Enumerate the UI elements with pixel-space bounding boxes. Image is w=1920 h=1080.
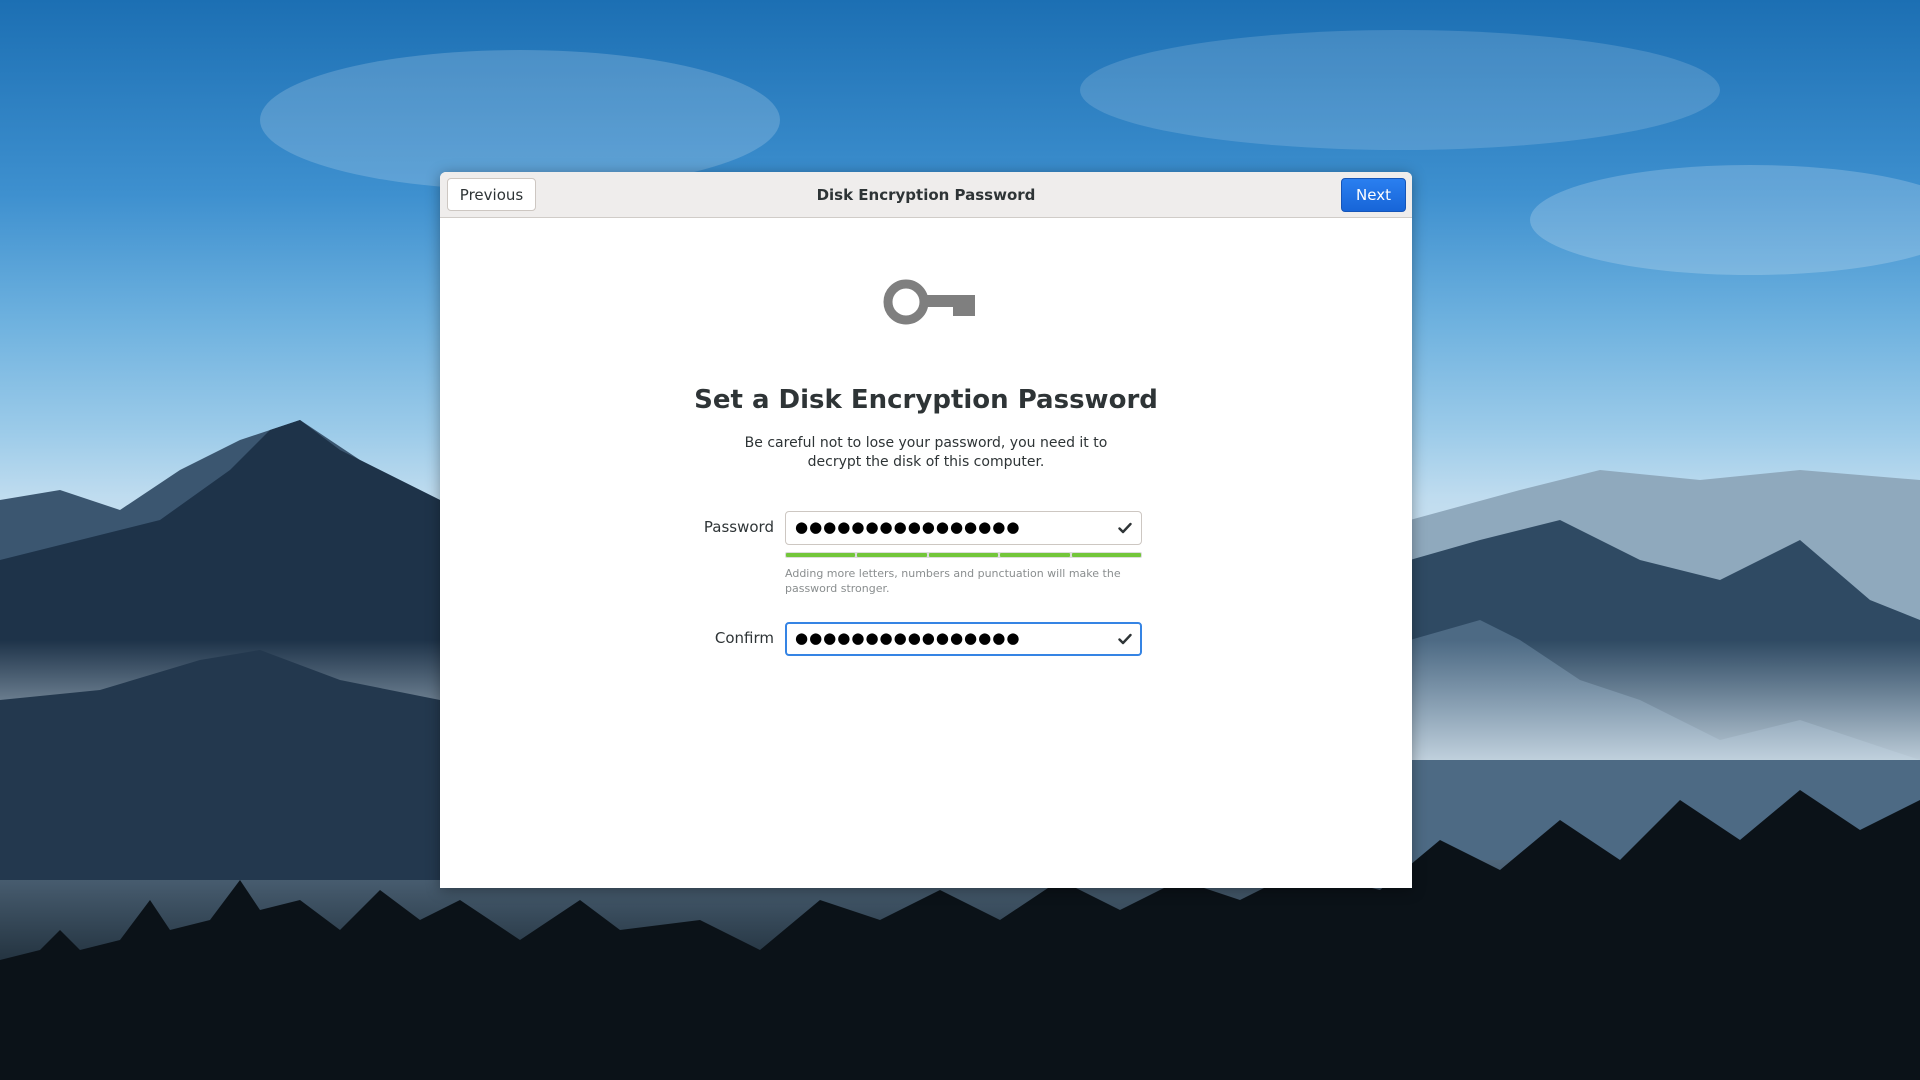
- strength-segment: [1000, 553, 1070, 557]
- check-icon: [1118, 522, 1132, 534]
- page-heading: Set a Disk Encryption Password: [694, 385, 1158, 415]
- confirm-masked-value: ●●●●●●●●●●●●●●●●: [795, 629, 1021, 647]
- strength-segment: [1071, 553, 1142, 557]
- password-field[interactable]: ●●●●●●●●●●●●●●●●: [785, 511, 1142, 545]
- header-bar: Previous Disk Encryption Password Next: [440, 172, 1412, 218]
- check-icon: [1118, 633, 1132, 645]
- password-label: Password: [703, 518, 774, 536]
- disk-encryption-dialog: Previous Disk Encryption Password Next S…: [440, 172, 1412, 888]
- confirm-label: Confirm: [714, 629, 774, 647]
- strength-segment: [786, 553, 856, 557]
- password-masked-value: ●●●●●●●●●●●●●●●●: [795, 518, 1021, 536]
- next-button[interactable]: Next: [1341, 178, 1406, 212]
- dialog-title: Disk Encryption Password: [816, 186, 1036, 204]
- key-icon: [883, 279, 975, 325]
- password-strength-meter: [785, 552, 1142, 558]
- password-strength-hint: Adding more letters, numbers and punctua…: [785, 567, 1121, 595]
- confirm-password-field[interactable]: ●●●●●●●●●●●●●●●●: [785, 622, 1142, 656]
- page-description: Be careful not to lose your password, yo…: [744, 435, 1108, 470]
- strength-segment: [857, 553, 927, 557]
- strength-segment: [928, 553, 999, 557]
